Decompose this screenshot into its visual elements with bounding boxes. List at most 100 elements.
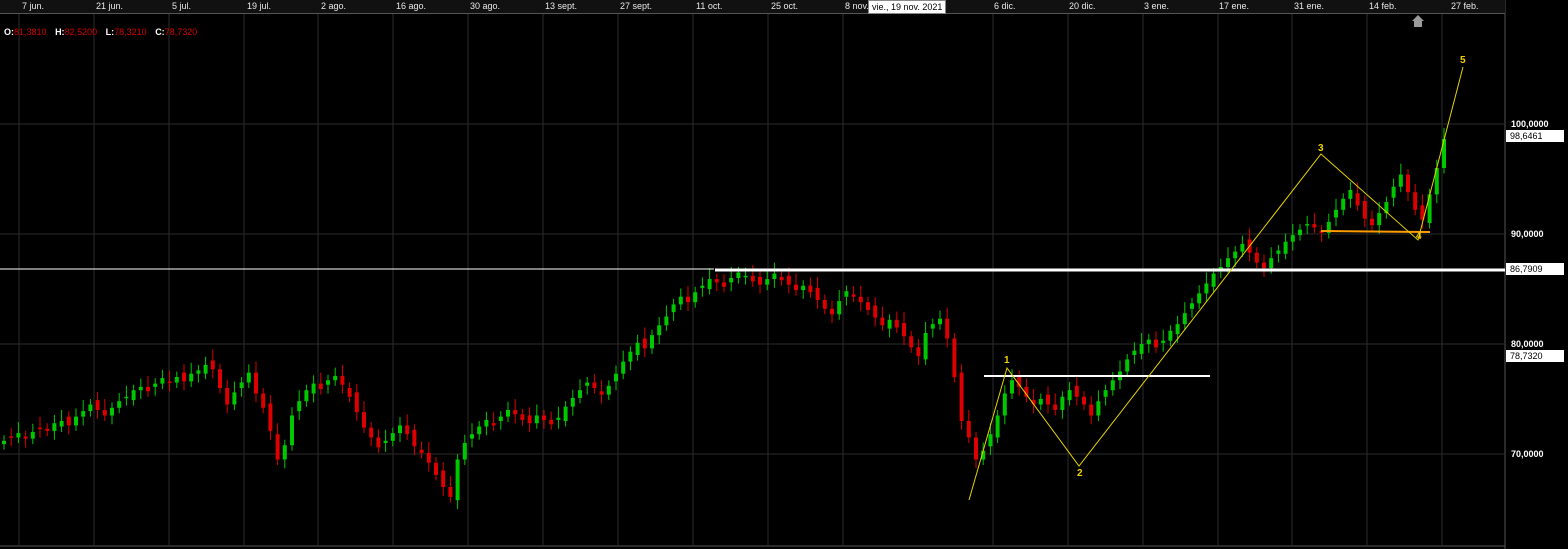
- x-tick-label: 5 jul.: [172, 1, 192, 11]
- candle-body: [887, 319, 892, 329]
- candle-body: [858, 296, 863, 303]
- candle-body: [354, 392, 359, 413]
- x-tick-label: 13 sept.: [545, 1, 578, 11]
- candlestick-chart[interactable]: 1 2 3 4 5: [0, 0, 1568, 549]
- candle-body: [1060, 396, 1065, 410]
- candle-body: [1269, 258, 1274, 269]
- candle-body: [110, 407, 114, 416]
- candle-body: [1406, 174, 1410, 193]
- cursor-price-box: 78,7320: [1506, 350, 1564, 362]
- candle-body: [117, 401, 122, 408]
- candle-body: [376, 437, 381, 448]
- candle-body: [563, 406, 568, 421]
- candle-body: [1089, 404, 1094, 416]
- candle-body: [628, 351, 633, 362]
- wave-label-5: 5: [1460, 55, 1466, 66]
- candle-body: [369, 427, 374, 438]
- candle-body: [1211, 273, 1216, 287]
- candle-body: [657, 325, 662, 336]
- candle-body: [1276, 250, 1281, 254]
- candle-body: [1362, 201, 1367, 219]
- candle-body: [484, 419, 489, 427]
- y-tick-label: 70,0000: [1511, 449, 1544, 459]
- candle-body: [1305, 224, 1310, 226]
- ohlc-readout: O:81,3810 H:82,5200 L:78,3210 C:78,7320: [4, 27, 203, 37]
- support-price-box: 86,7909: [1506, 263, 1564, 275]
- candle-body: [1125, 359, 1130, 372]
- candle-body: [261, 393, 266, 408]
- candle-body: [2, 440, 6, 445]
- candle-body: [1067, 390, 1072, 401]
- high-label: H:: [55, 27, 65, 37]
- candle-body: [246, 372, 251, 383]
- y-tick-label: 100,0000: [1511, 119, 1549, 129]
- candle-body: [779, 276, 784, 281]
- x-tick-label: 16 ago.: [396, 1, 427, 11]
- last-price-box: 98,6461: [1506, 130, 1564, 142]
- candle-body: [599, 391, 604, 395]
- candle-body: [678, 296, 683, 305]
- candle-body: [700, 285, 705, 288]
- candle-body: [750, 275, 755, 282]
- elliott-wave-line: [968, 66, 1464, 501]
- candle-body: [38, 427, 42, 430]
- candle-body: [1334, 209, 1338, 218]
- candle-body: [686, 296, 690, 303]
- candle-body: [254, 372, 258, 394]
- candle-body: [1283, 241, 1288, 254]
- x-tick-label: 27 feb.: [1451, 1, 1479, 11]
- wave-label-4: 4: [1416, 231, 1422, 242]
- candle-body: [621, 361, 626, 374]
- x-tick-label: 25 oct.: [771, 1, 799, 11]
- candle-body: [210, 360, 215, 370]
- candle-body: [102, 410, 107, 416]
- candle-body: [1254, 252, 1259, 263]
- close-value: 78,7320: [164, 27, 198, 37]
- candle-body: [218, 369, 222, 388]
- x-tick-label: 31 ene.: [1294, 1, 1325, 11]
- candle-body: [765, 279, 770, 285]
- x-tick-label: 11 oct.: [696, 1, 723, 11]
- candle-body: [131, 390, 136, 401]
- candle-body: [722, 282, 726, 287]
- candle-body: [995, 415, 1000, 438]
- x-tick-label: 7 jun.: [22, 1, 45, 11]
- low-value: 78,3210: [114, 27, 147, 37]
- candle-body: [1427, 194, 1432, 223]
- home-icon[interactable]: [1411, 14, 1425, 28]
- candle-body: [570, 397, 575, 407]
- candle-body: [383, 440, 388, 443]
- x-tick-label: 21 jun.: [96, 1, 124, 11]
- candle-body: [160, 378, 165, 384]
- candle-body: [894, 319, 899, 328]
- candle-body: [1053, 404, 1058, 410]
- close-label: C:: [155, 27, 165, 37]
- open-label: O:: [4, 27, 14, 37]
- candle-body: [390, 433, 395, 441]
- candle-body: [1262, 262, 1266, 269]
- y-tick-label: 80,0000: [1511, 339, 1544, 349]
- candle-body: [866, 302, 870, 310]
- candle-body: [167, 381, 172, 383]
- candle-body: [851, 294, 856, 297]
- candle-body: [239, 382, 244, 388]
- chart-stage[interactable]: 1 2 3 4 5 7 jun. 21 jun. 5 jul. 19 jul. 2 ag…: [0, 0, 1568, 549]
- candle-body: [1110, 380, 1115, 391]
- candle-body: [1074, 385, 1079, 397]
- candle-body: [945, 318, 950, 339]
- candle-body: [146, 386, 150, 392]
- candle-body: [225, 388, 230, 405]
- x-tick-label: 27 sept.: [620, 1, 653, 11]
- candle-body: [1298, 229, 1302, 236]
- candle-body: [837, 301, 842, 315]
- candle-body: [534, 415, 539, 424]
- candle-body: [815, 287, 820, 300]
- candle-body: [81, 411, 86, 417]
- candle-body: [434, 462, 438, 475]
- candle-body: [1204, 283, 1209, 294]
- candle-body: [1146, 339, 1151, 344]
- candle-body: [650, 335, 654, 349]
- candle-body: [880, 317, 885, 326]
- candle-body: [1161, 340, 1166, 343]
- candle-body: [95, 400, 100, 410]
